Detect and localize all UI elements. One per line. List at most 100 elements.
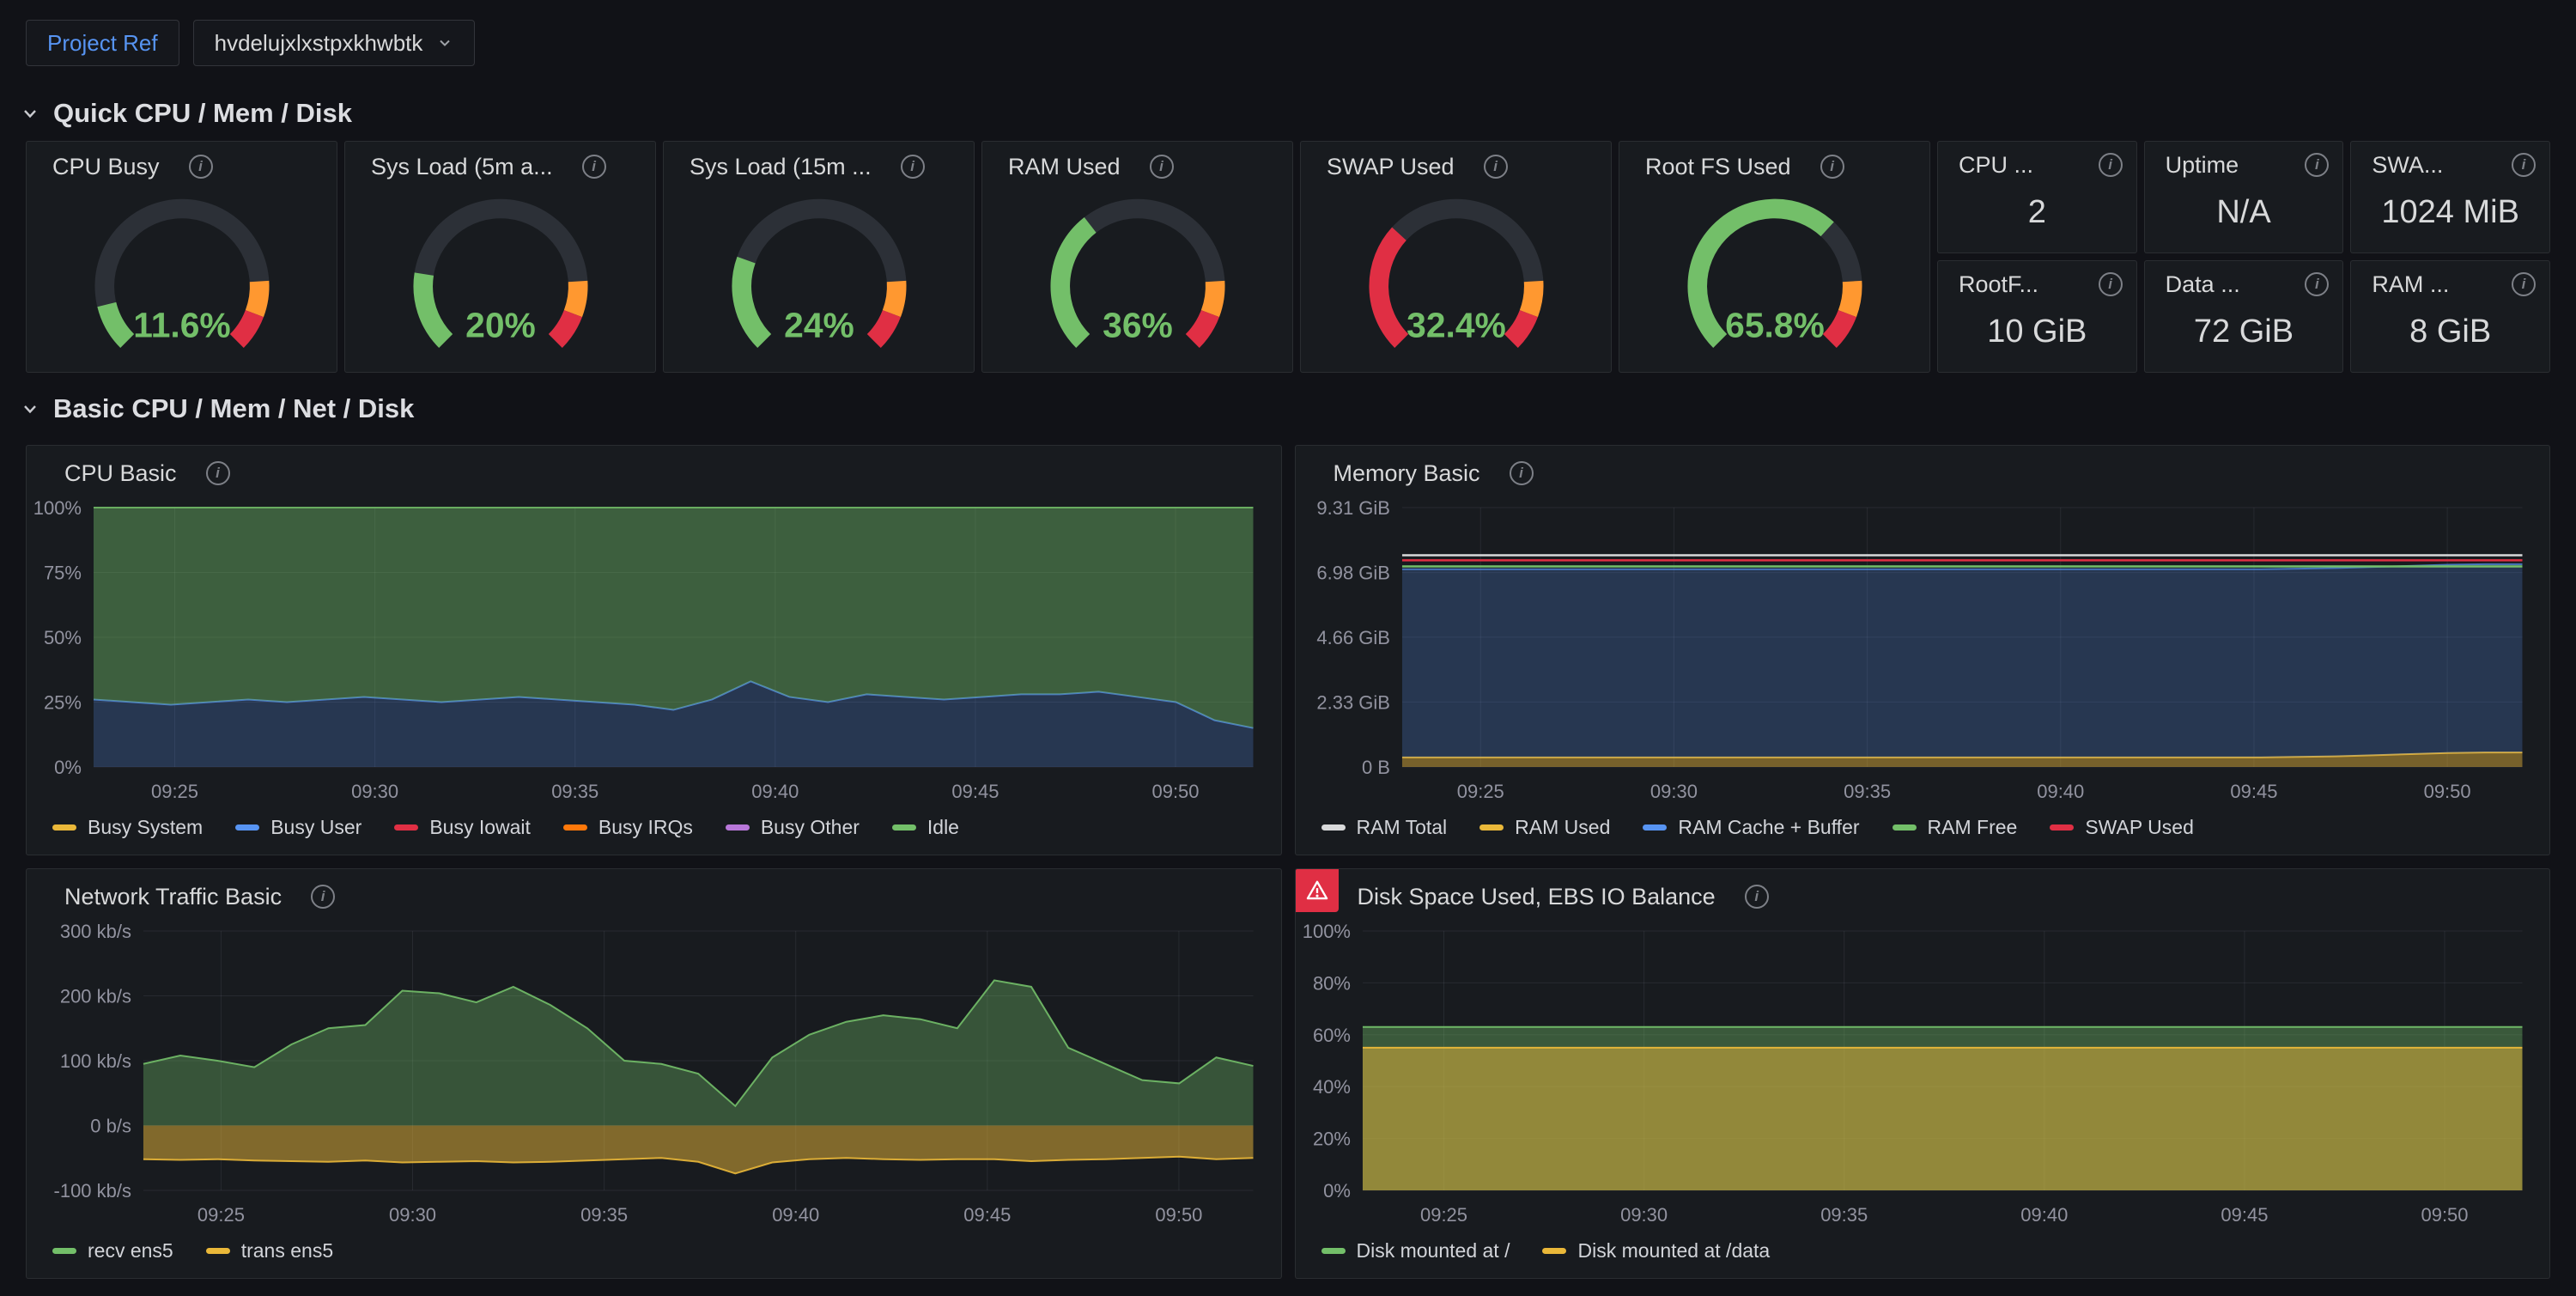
svg-text:09:50: 09:50 [1152,781,1200,802]
root-fs-used-gauge: 65.8% [1667,197,1883,358]
svg-text:09:45: 09:45 [951,781,999,802]
info-icon[interactable]: i [311,885,335,909]
legend-label: Busy IRQs [598,816,693,839]
info-icon[interactable]: i [2099,153,2123,177]
svg-text:4.66 GiB: 4.66 GiB [1316,627,1390,648]
legend-item[interactable]: Busy IRQs [563,816,693,839]
info-icon[interactable]: i [1820,155,1844,179]
panel-title[interactable]: Root FS Used [1645,154,1791,180]
panel-header: Sys Load (5m a... i [345,142,655,186]
section-header-quick[interactable]: Quick CPU / Mem / Disk [0,86,2576,141]
gauge-panel-cpu-busy: CPU Busy i 11.6% [26,141,337,373]
info-icon[interactable]: i [189,155,213,179]
legend-label: Idle [927,816,959,839]
panel-title[interactable]: RootF... [1959,271,2038,298]
svg-text:09:45: 09:45 [963,1204,1011,1226]
legend-item[interactable]: Disk mounted at /data [1542,1239,1770,1263]
info-icon[interactable]: i [2305,272,2329,296]
info-icon[interactable]: i [1510,461,1534,485]
stat-panel-swap-total: SWA... i 1024 MiB [2350,141,2550,253]
legend-item[interactable]: RAM Free [1893,816,2018,839]
panel-title[interactable]: RAM Used [1008,154,1121,180]
chart-body: 09:2509:3009:3509:4009:4509:500%25%50%75… [27,496,1281,808]
sys-load-5m-gauge: 20% [392,197,609,358]
info-icon[interactable]: i [206,461,230,485]
legend-item[interactable]: Idle [892,816,959,839]
panel-header: RAM Used i [982,142,1292,186]
svg-text:200 kb/s: 200 kb/s [60,986,131,1007]
panel-title[interactable]: CPU Basic [64,460,177,487]
panel-title[interactable]: CPU ... [1959,152,2033,179]
info-icon[interactable]: i [2512,153,2536,177]
chart-legend: RAM Total RAM Used RAM Cache + Buffer RAM F… [1296,808,2550,855]
project-ref-label: Project Ref [47,30,158,57]
gauge-body: 36% [982,186,1292,372]
info-icon[interactable]: i [2512,272,2536,296]
legend-label: Busy Iowait [429,816,531,839]
legend-item[interactable]: Busy User [235,816,361,839]
svg-text:80%: 80% [1312,972,1350,994]
panel-title[interactable]: Sys Load (5m a... [371,154,553,180]
legend-item[interactable]: Busy System [52,816,203,839]
panel-header: Sys Load (15m ... i [664,142,974,186]
svg-text:09:35: 09:35 [1844,781,1891,802]
stats-grid: CPU ... i 2 Uptime i N/A SWA... i 1024 M… [1937,141,2550,373]
panel-title[interactable]: Disk Space Used, EBS IO Balance [1358,884,1716,910]
legend-item[interactable]: Disk mounted at / [1321,1239,1510,1263]
network-traffic-chart[interactable]: 09:2509:3009:3509:4009:4509:50-100 kb/s0… [27,919,1276,1232]
stat-value: N/A [2145,183,2343,253]
legend-item[interactable]: RAM Cache + Buffer [1643,816,1859,839]
svg-text:24%: 24% [784,305,854,344]
panel-title[interactable]: SWA... [2372,152,2443,179]
legend-item[interactable]: RAM Total [1321,816,1448,839]
panel-title[interactable]: SWAP Used [1327,154,1455,180]
legend-item[interactable]: recv ens5 [52,1239,173,1263]
cpu-busy-gauge: 11.6% [74,197,290,358]
svg-text:09:40: 09:40 [2037,781,2084,802]
info-icon[interactable]: i [2305,153,2329,177]
legend-item[interactable]: Busy Iowait [394,816,531,839]
legend-swatch-icon [1643,824,1667,831]
swap-used-gauge: 32.4% [1348,197,1564,358]
chart-panel-cpu-basic: CPU Basic i 09:2509:3009:3509:4009:4509:… [26,445,1282,855]
legend-item[interactable]: SWAP Used [2050,816,2194,839]
svg-text:2.33 GiB: 2.33 GiB [1316,691,1390,713]
disk-space-chart[interactable]: 09:2509:3009:3509:4009:4509:500%20%40%60… [1296,919,2545,1232]
memory-basic-chart[interactable]: 09:2509:3009:3509:4009:4509:500 B2.33 Gi… [1296,496,2545,808]
info-icon[interactable]: i [2099,272,2123,296]
legend-item[interactable]: trans ens5 [206,1239,333,1263]
svg-text:09:25: 09:25 [151,781,198,802]
svg-text:50%: 50% [44,627,82,648]
info-icon[interactable]: i [1745,885,1769,909]
panel-title[interactable]: Sys Load (15m ... [690,154,872,180]
svg-text:300 kb/s: 300 kb/s [60,921,131,942]
project-ref-button[interactable]: Project Ref [26,20,179,66]
ram-used-gauge: 36% [1030,197,1246,358]
section-title: Quick CPU / Mem / Disk [53,98,352,129]
alert-icon[interactable] [1296,869,1339,912]
info-icon[interactable]: i [1150,155,1174,179]
panel-title[interactable]: CPU Busy [52,154,160,180]
chart-body: 09:2509:3009:3509:4009:4509:500%20%40%60… [1296,919,2550,1232]
legend-label: Busy System [88,816,203,839]
legend-item[interactable]: RAM Used [1479,816,1610,839]
stat-value: 2 [1938,183,2136,253]
info-icon[interactable]: i [582,155,606,179]
svg-text:09:25: 09:25 [1420,1204,1467,1226]
legend-item[interactable]: Busy Other [726,816,860,839]
panel-title[interactable]: RAM ... [2372,271,2449,298]
info-icon[interactable]: i [901,155,925,179]
panel-title[interactable]: Memory Basic [1334,460,1480,487]
info-icon[interactable]: i [1484,155,1508,179]
panel-title[interactable]: Data ... [2166,271,2240,298]
panel-title[interactable]: Uptime [2166,152,2239,179]
section-header-basic[interactable]: Basic CPU / Mem / Net / Disk [0,373,2576,445]
svg-text:0 b/s: 0 b/s [90,1115,131,1136]
project-dropdown[interactable]: hvdelujxlxstpxkhwbtk [193,20,476,66]
svg-text:09:45: 09:45 [2221,1204,2268,1226]
cpu-basic-chart[interactable]: 09:2509:3009:3509:4009:4509:500%25%50%75… [27,496,1276,808]
svg-text:09:40: 09:40 [2020,1204,2068,1226]
svg-text:09:30: 09:30 [351,781,398,802]
chart-body: 09:2509:3009:3509:4009:4509:50-100 kb/s0… [27,919,1281,1232]
panel-title[interactable]: Network Traffic Basic [64,884,282,910]
